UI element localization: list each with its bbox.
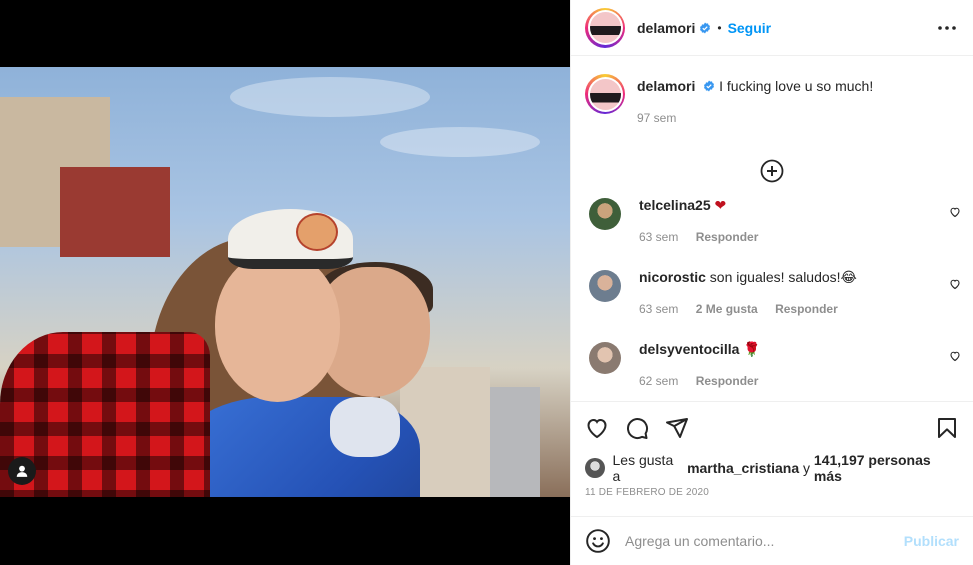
comment-time[interactable]: 62 sem [639, 374, 678, 388]
likes-summary: Les gusta a martha_cristiana y 141,197 p… [585, 452, 959, 484]
likes-count[interactable]: 141,197 personas más [814, 452, 959, 484]
verified-icon [700, 22, 711, 33]
author-avatar[interactable] [585, 7, 625, 48]
smile-icon[interactable] [585, 528, 611, 554]
comment-username[interactable]: delsyventocilla [639, 341, 739, 357]
heart-icon[interactable] [949, 206, 961, 218]
likes-joiner: y [803, 460, 811, 476]
comment-avatar[interactable] [589, 342, 621, 374]
user-tag-icon[interactable] [8, 457, 36, 485]
comment-input[interactable] [625, 533, 904, 549]
comment-text: 🌹 [743, 341, 761, 357]
reply-button[interactable]: Responder [696, 230, 759, 244]
verified-icon [704, 80, 715, 92]
likes-user[interactable]: martha_cristiana [687, 460, 799, 476]
heart-icon[interactable] [949, 350, 961, 362]
post-actions: Les gusta a martha_cristiana y 141,197 p… [571, 401, 973, 498]
share-icon[interactable] [665, 416, 689, 440]
comment-likes[interactable]: 2 Me gusta [696, 302, 758, 316]
comment-username[interactable]: telcelina25 [639, 197, 711, 213]
author-username[interactable]: delamori [637, 20, 695, 36]
follow-button[interactable]: Seguir [728, 20, 772, 36]
liker-avatar[interactable] [585, 458, 605, 478]
caption-time: 97 sem [637, 111, 677, 125]
caption-avatar[interactable] [585, 74, 625, 114]
comment-username[interactable]: nicorostic [639, 269, 706, 285]
bookmark-icon[interactable] [935, 416, 959, 440]
post-header: delamori • Seguir [571, 0, 973, 56]
caption-text: I fucking love u so much! [719, 78, 874, 94]
comment-avatar[interactable] [589, 270, 621, 302]
comment-text: ❤ [714, 197, 727, 213]
publish-button[interactable]: Publicar [904, 533, 959, 549]
heart-icon[interactable] [585, 416, 609, 440]
comment-item: telcelina25 ❤ 63 sem Responder [571, 196, 973, 268]
comment-item: nicorostic son iguales! saludos!😂 63 sem… [571, 268, 973, 340]
comment-time[interactable]: 63 sem [639, 230, 678, 244]
comment-item: delsyventocilla 🌹 62 sem Responder [571, 340, 973, 401]
comment-avatar[interactable] [589, 198, 621, 230]
comment-text: son iguales! saludos!😂 [709, 269, 857, 285]
reply-button[interactable]: Responder [696, 374, 759, 388]
reply-button[interactable]: Responder [775, 302, 838, 316]
likes-prefix: Les gusta a [612, 452, 674, 484]
comment-time[interactable]: 63 sem [639, 302, 678, 316]
post-modal: delamori • Seguir delamori I fucking lov… [0, 0, 973, 565]
heart-icon[interactable] [949, 278, 961, 290]
comment-icon[interactable] [625, 416, 649, 440]
post-date[interactable]: 11 DE FEBRERO DE 2020 [585, 487, 959, 498]
comments-section[interactable]: delamori I fucking love u so much! 97 se… [571, 56, 973, 401]
add-comment-bar: Publicar [571, 516, 973, 565]
post-caption: delamori I fucking love u so much! 97 se… [571, 56, 973, 146]
plus-circle-icon[interactable] [760, 159, 784, 183]
more-icon[interactable] [935, 16, 959, 40]
post-details: delamori • Seguir delamori I fucking lov… [570, 0, 973, 565]
caption-username[interactable]: delamori [637, 78, 695, 94]
separator-dot: • [717, 20, 722, 35]
post-photo[interactable] [0, 67, 570, 497]
photo-panel [0, 0, 570, 565]
